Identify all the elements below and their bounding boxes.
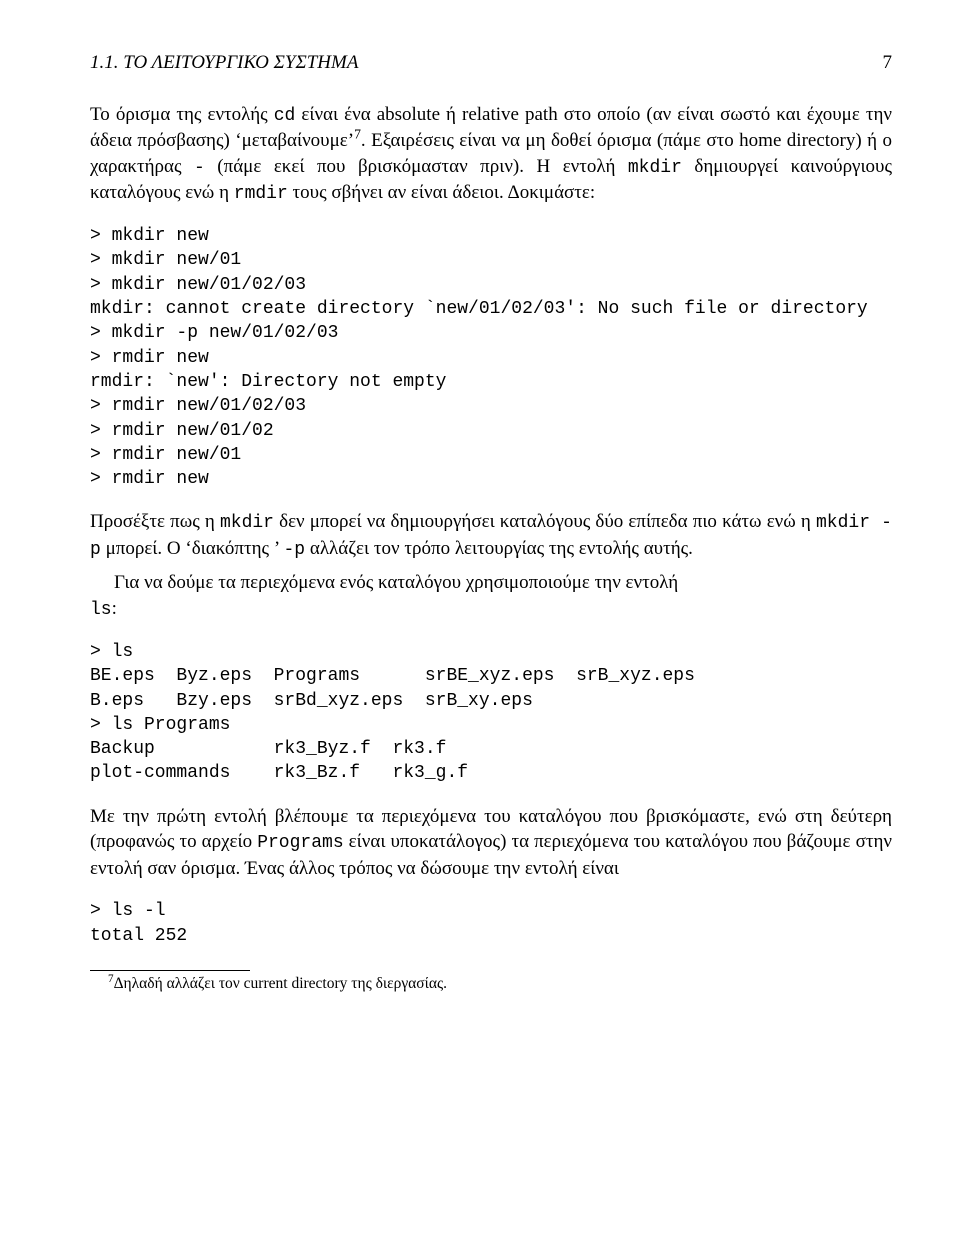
code-block-2: > ls BE.eps Byz.eps Programs srBE_xyz.ep… (90, 640, 892, 786)
paragraph-1: Το όρισμα της εντολής cd είναι ένα absol… (90, 102, 892, 207)
footnote-separator (90, 970, 250, 971)
inline-code: mkdir (220, 513, 274, 533)
page-header: 1.1. ΤΟ ΛΕΙΤΟΥΡΓΙΚΟ ΣΥΣΤΗΜΑ 7 (90, 50, 892, 76)
section-heading: 1.1. ΤΟ ΛΕΙΤΟΥΡΓΙΚΟ ΣΥΣΤΗΜΑ (90, 50, 358, 76)
page-number: 7 (883, 50, 893, 76)
footnote-ref: 7 (354, 127, 361, 142)
inline-code: -p (284, 540, 306, 560)
paragraph-4: Με την πρώτη εντολή βλέπουμε τα περιεχόμ… (90, 804, 892, 882)
code-block-3: > ls -l total 252 (90, 899, 892, 948)
inline-code: rmdir (234, 184, 288, 204)
footnote: 7Δηλαδή αλλάζει τον current directory τη… (90, 974, 892, 995)
section-number: 1.1. (90, 52, 119, 73)
inline-code: cd (274, 106, 296, 126)
paragraph-2: Προσέξτε πως η mkdir δεν μπορεί να δημιο… (90, 509, 892, 562)
paragraph-3b: ls: (90, 596, 892, 622)
section-title: ΤΟ ΛΕΙΤΟΥΡΓΙΚΟ ΣΥΣΤΗΜΑ (123, 52, 358, 73)
inline-code: mkdir (628, 158, 682, 178)
paragraph-3: Για να δούμε τα περιεχόμενα ενός καταλόγ… (90, 570, 892, 596)
inline-code: - (194, 158, 205, 178)
inline-code: ls (90, 600, 112, 620)
code-block-1: > mkdir new > mkdir new/01 > mkdir new/0… (90, 224, 892, 491)
inline-code: Programs (257, 833, 343, 853)
